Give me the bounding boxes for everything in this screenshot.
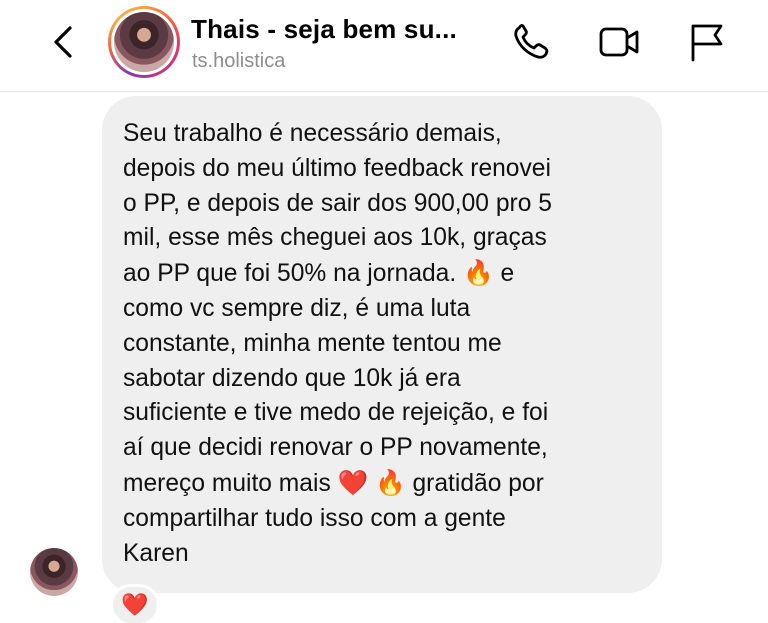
chat-username[interactable]: ts.holistica	[192, 50, 285, 73]
call-button[interactable]	[510, 22, 556, 62]
message-reaction[interactable]: ❤️	[110, 584, 160, 623]
message-text: Seu trabalho é necessário demais, depois…	[123, 117, 653, 571]
flag-icon	[691, 24, 723, 62]
heart-emoji: ❤️	[337, 467, 369, 497]
chat-header: Thais - seja bem su... ts.holistica	[0, 0, 768, 92]
video-call-button[interactable]	[596, 22, 642, 62]
message-text-part-2: e como vc sempre diz, é uma luta constan…	[123, 260, 549, 497]
chat-title[interactable]: Thais - seja bem su...	[191, 14, 457, 45]
profile-avatar[interactable]	[108, 6, 180, 78]
fire-emoji-2: 🔥	[375, 467, 406, 497]
chevron-left-icon	[54, 26, 72, 58]
heart-reaction-icon: ❤️	[121, 592, 149, 618]
sender-avatar[interactable]	[30, 548, 78, 596]
avatar-image	[114, 12, 174, 72]
phone-icon	[514, 24, 549, 59]
back-button[interactable]	[48, 22, 80, 62]
video-camera-icon	[599, 27, 639, 57]
fire-emoji: 🔥	[463, 258, 494, 288]
report-button[interactable]	[685, 22, 731, 62]
